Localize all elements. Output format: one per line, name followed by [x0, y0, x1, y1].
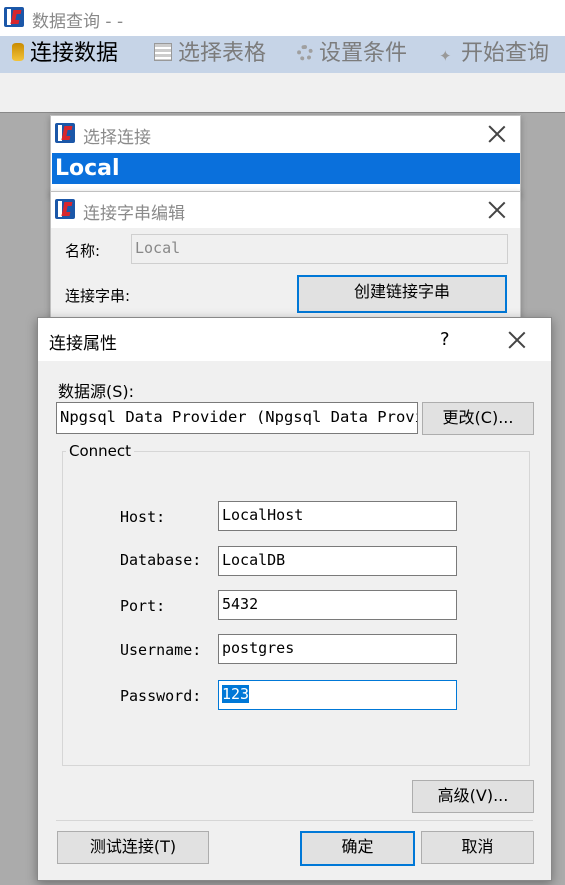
connection-properties-title: 连接属性 [49, 334, 117, 354]
connection-item-label: Local [55, 156, 120, 181]
main-title-bar: 数据查询 - - [0, 0, 565, 36]
separator-line [56, 820, 533, 821]
start-query-button[interactable]: ✦ 开始查询 [439, 39, 549, 69]
close-icon[interactable] [508, 331, 526, 349]
table-icon [154, 43, 172, 61]
cancel-button[interactable]: 取消 [421, 831, 534, 864]
connect-group-label: Connect [66, 442, 135, 460]
select-connection-dialog: 选择连接 Local [50, 115, 521, 196]
close-icon[interactable] [488, 201, 506, 219]
datasource-field[interactable]: Npgsql Data Provider (Npgsql Data Provi [56, 402, 418, 434]
connect-data-button[interactable]: 连接数据 [12, 39, 118, 69]
toolbar-strip [0, 73, 565, 113]
connection-string-title: 连接字串编辑 [83, 204, 185, 224]
port-label: Port: [120, 597, 166, 615]
database-label: Database: [120, 551, 202, 569]
datasource-label: 数据源(S): [58, 382, 135, 401]
set-conditions-label: 设置条件 [319, 41, 408, 66]
password-selected-text: 123 [222, 685, 250, 703]
connection-string-dialog: 连接字串编辑 名称: Local 连接字串: 创建链接字串 [50, 191, 521, 331]
select-connection-title-bar: 选择连接 [51, 116, 520, 152]
create-connection-string-button[interactable]: 创建链接字串 [297, 275, 507, 313]
connection-list-item[interactable]: Local [52, 153, 520, 184]
connection-properties-dialog: 连接属性 ? 数据源(S): Npgsql Data Provider (Npg… [37, 317, 552, 881]
connect-data-label: 连接数据 [30, 41, 119, 66]
select-table-button[interactable]: 选择表格 [154, 39, 266, 69]
app-logo-icon [55, 199, 75, 219]
close-icon[interactable] [488, 125, 506, 143]
ok-button[interactable]: 确定 [300, 831, 415, 866]
query-icon: ✦ [439, 47, 452, 65]
name-field[interactable]: Local [131, 234, 508, 264]
start-query-label: 开始查询 [461, 41, 550, 66]
select-table-label: 选择表格 [178, 41, 267, 66]
username-label: Username: [120, 641, 202, 659]
gear-icon [297, 45, 313, 61]
connection-string-label: 连接字串: [65, 287, 131, 305]
app-logo-icon [55, 123, 75, 143]
help-button[interactable]: ? [440, 329, 450, 350]
select-connection-title: 选择连接 [83, 128, 151, 148]
username-field[interactable]: postgres [218, 634, 457, 664]
test-connection-button[interactable]: 测试连接(T) [57, 831, 209, 864]
change-datasource-button[interactable]: 更改(C)... [422, 402, 534, 435]
database-field[interactable]: LocalDB [218, 546, 457, 576]
database-icon [12, 43, 24, 61]
password-field[interactable]: 123 [218, 680, 457, 710]
port-field[interactable]: 5432 [218, 590, 457, 620]
connection-list: Local [51, 152, 520, 196]
set-conditions-button[interactable]: 设置条件 [297, 39, 407, 69]
host-field[interactable]: LocalHost [218, 501, 457, 531]
name-label: 名称: [65, 242, 101, 260]
main-window-title: 数据查询 - - [32, 12, 124, 32]
connection-properties-title-bar: 连接属性 ? [38, 318, 551, 361]
password-label: Password: [120, 687, 202, 705]
toolbar: 连接数据 选择表格 设置条件 ✦ 开始查询 [0, 36, 565, 73]
host-label: Host: [120, 508, 166, 526]
connection-string-title-bar: 连接字串编辑 [51, 192, 520, 228]
advanced-button[interactable]: 高级(V)... [412, 780, 534, 813]
app-logo-icon [4, 7, 24, 27]
